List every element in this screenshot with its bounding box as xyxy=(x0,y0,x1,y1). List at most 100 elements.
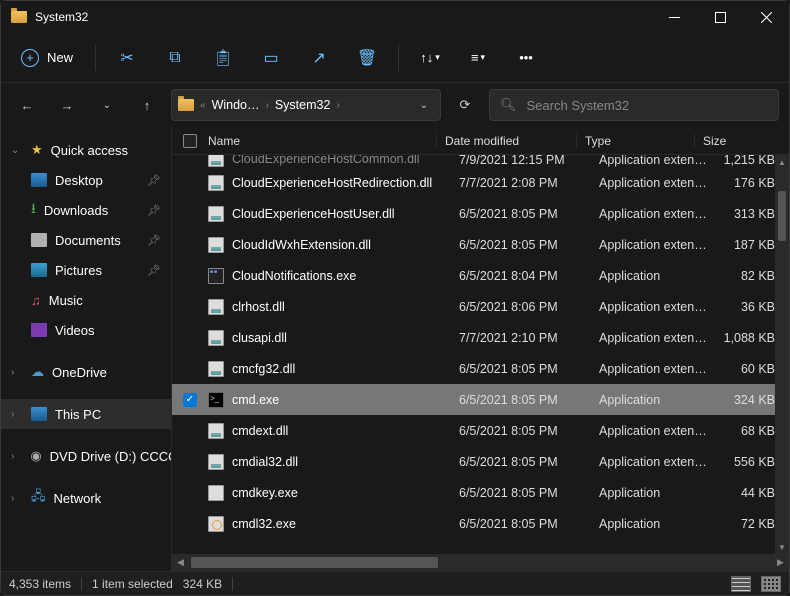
row-checkbox[interactable]: ✓ xyxy=(183,393,197,407)
file-name: cmdext.dll xyxy=(232,424,288,438)
back-button[interactable]: ← xyxy=(11,89,43,121)
divider xyxy=(398,45,399,71)
chevron-down-icon: ⌄ xyxy=(11,145,23,156)
search-input[interactable]: 🔍︎ Search System32 xyxy=(489,89,779,121)
window-title: System32 xyxy=(35,10,88,24)
sidebar-item-downloads[interactable]: ⭳Downloads📌︎ xyxy=(1,195,171,225)
column-header-type[interactable]: Type xyxy=(577,134,695,148)
file-row[interactable]: clusapi.dll 7/7/2021 2:10 PMApplication e… xyxy=(172,322,789,353)
sort-button[interactable]: ↑↓▾ xyxy=(409,39,451,77)
delete-button[interactable]: 🗑︎ xyxy=(346,39,388,77)
chevron-right-icon: › xyxy=(266,100,269,111)
file-row[interactable]: clrhost.dll6/5/2021 8:06 PMApplication e… xyxy=(172,291,789,322)
file-date: 6/5/2021 8:05 PM xyxy=(451,486,591,500)
file-name: cmdkey.exe xyxy=(232,486,298,500)
sidebar-item-pictures[interactable]: Pictures📌︎ xyxy=(1,255,171,285)
more-icon: ••• xyxy=(519,50,533,65)
file-row[interactable]: cmdl32.exe6/5/2021 8:05 PMApplication72 … xyxy=(172,508,789,539)
sort-icon: ↑↓ xyxy=(420,50,433,65)
file-date: 7/7/2021 2:08 PM xyxy=(451,176,591,190)
sidebar-item-music[interactable]: ♫ Music xyxy=(1,285,171,315)
close-button[interactable] xyxy=(743,1,789,33)
address-bar[interactable]: « Windo… › System32 › ⌄ xyxy=(171,89,441,121)
file-date: 6/5/2021 8:05 PM xyxy=(451,517,591,531)
sidebar-label: Downloads xyxy=(44,203,108,218)
file-type: Application exten… xyxy=(591,331,709,345)
file-name: cmcfg32.dll xyxy=(232,362,295,376)
file-row[interactable]: CloudIdWxhExtension.dll6/5/2021 8:05 PMA… xyxy=(172,229,789,260)
maximize-button[interactable] xyxy=(697,1,743,33)
scroll-track[interactable] xyxy=(775,169,789,540)
column-header-name[interactable]: Name xyxy=(208,134,437,148)
sidebar-item-onedrive[interactable]: ›☁OneDrive xyxy=(1,357,171,387)
thumbnails-view-button[interactable] xyxy=(761,576,781,592)
minimize-button[interactable] xyxy=(651,1,697,33)
file-row[interactable]: cmdkey.exe6/5/2021 8:05 PMApplication44 … xyxy=(172,477,789,508)
file-row[interactable]: cmdial32.dll6/5/2021 8:05 PMApplication … xyxy=(172,446,789,477)
refresh-button[interactable]: ⟳ xyxy=(449,89,481,121)
search-placeholder: Search System32 xyxy=(527,98,630,113)
scroll-thumb[interactable] xyxy=(778,191,786,241)
new-button[interactable]: + New xyxy=(9,39,85,77)
document-icon xyxy=(31,233,47,247)
title-bar: System32 xyxy=(1,1,789,33)
sidebar-item-network[interactable]: ›🖧︎Network xyxy=(1,483,171,513)
file-name: cmd.exe xyxy=(232,393,279,407)
up-button[interactable]: ↑ xyxy=(131,89,163,121)
details-view-button[interactable] xyxy=(731,576,751,592)
breadcrumb-segment[interactable]: System32 xyxy=(275,98,331,112)
path-history-button[interactable]: ⌄ xyxy=(420,100,434,111)
dll-icon xyxy=(208,206,224,222)
view-button[interactable]: ≡▾ xyxy=(457,39,499,77)
file-row[interactable]: CloudExperienceHostUser.dll6/5/2021 8:05… xyxy=(172,198,789,229)
cut-button[interactable]: ✂ xyxy=(106,39,148,77)
select-all-checkbox[interactable] xyxy=(183,134,197,148)
scroll-right-arrow[interactable]: ▶ xyxy=(772,554,789,571)
file-date: 7/7/2021 2:10 PM xyxy=(451,331,591,345)
navigation-pane: ⌄★Quick access Desktop📌︎ ⭳Downloads📌︎ Do… xyxy=(1,127,171,571)
more-button[interactable]: ••• xyxy=(505,39,547,77)
scroll-left-arrow[interactable]: ◀ xyxy=(172,554,189,571)
recent-button[interactable]: ⌄ xyxy=(91,89,123,121)
horizontal-scrollbar[interactable]: ◀ ▶ xyxy=(172,554,789,571)
sidebar-item-desktop[interactable]: Desktop📌︎ xyxy=(1,165,171,195)
sidebar-item-dvd[interactable]: ›◉DVD Drive (D:) CCCO xyxy=(1,441,171,471)
folder-icon xyxy=(11,11,27,23)
copy-button[interactable]: ⧉ xyxy=(154,39,196,77)
sidebar-item-videos[interactable]: Videos xyxy=(1,315,171,345)
exe-icon xyxy=(208,268,224,284)
file-row[interactable]: CloudExperienceHostCommon.dll 7/9/2021 1… xyxy=(172,155,789,167)
scroll-up-arrow[interactable]: ▲ xyxy=(775,155,789,169)
desktop-icon xyxy=(31,173,47,187)
file-name: clusapi.dll xyxy=(232,331,287,345)
file-row[interactable]: cmdext.dll6/5/2021 8:05 PMApplication ex… xyxy=(172,415,789,446)
music-icon: ♫ xyxy=(31,293,41,308)
sidebar-item-quick-access[interactable]: ⌄★Quick access xyxy=(1,135,171,165)
scroll-thumb[interactable] xyxy=(191,557,438,568)
vertical-scrollbar[interactable]: ▲ ▼ xyxy=(775,155,789,554)
file-type: Application exten… xyxy=(591,207,709,221)
file-row[interactable]: CloudExperienceHostRedirection.dll7/7/20… xyxy=(172,167,789,198)
sidebar-label: Music xyxy=(49,293,83,308)
sidebar-item-this-pc[interactable]: ›This PC xyxy=(1,399,171,429)
file-row-selected[interactable]: ✓cmd.exe6/5/2021 8:05 PMApplication324 K… xyxy=(172,384,789,415)
breadcrumb-segment[interactable]: Windo… xyxy=(212,98,260,112)
sidebar-label: Network xyxy=(54,491,102,506)
forward-button[interactable]: → xyxy=(51,89,83,121)
scroll-down-arrow[interactable]: ▼ xyxy=(775,540,789,554)
file-row[interactable]: CloudNotifications.exe6/5/2021 8:04 PMAp… xyxy=(172,260,789,291)
share-button[interactable]: ↗ xyxy=(298,39,340,77)
column-header-date[interactable]: Date modified xyxy=(437,134,577,148)
column-header-size[interactable]: Size xyxy=(695,134,761,148)
sidebar-label: This PC xyxy=(55,407,101,422)
paste-icon: 📋︎ xyxy=(213,48,233,68)
paste-button[interactable]: 📋︎ xyxy=(202,39,244,77)
file-type: Application exten… xyxy=(591,300,709,314)
file-date: 6/5/2021 8:05 PM xyxy=(451,362,591,376)
sidebar-item-documents[interactable]: Documents📌︎ xyxy=(1,225,171,255)
rename-button[interactable]: ▭ xyxy=(250,39,292,77)
copy-icon: ⧉ xyxy=(169,49,180,67)
pin-icon: 📌︎ xyxy=(147,264,161,277)
file-row[interactable]: cmcfg32.dll6/5/2021 8:05 PMApplication e… xyxy=(172,353,789,384)
file-date: 6/5/2021 8:04 PM xyxy=(451,269,591,283)
